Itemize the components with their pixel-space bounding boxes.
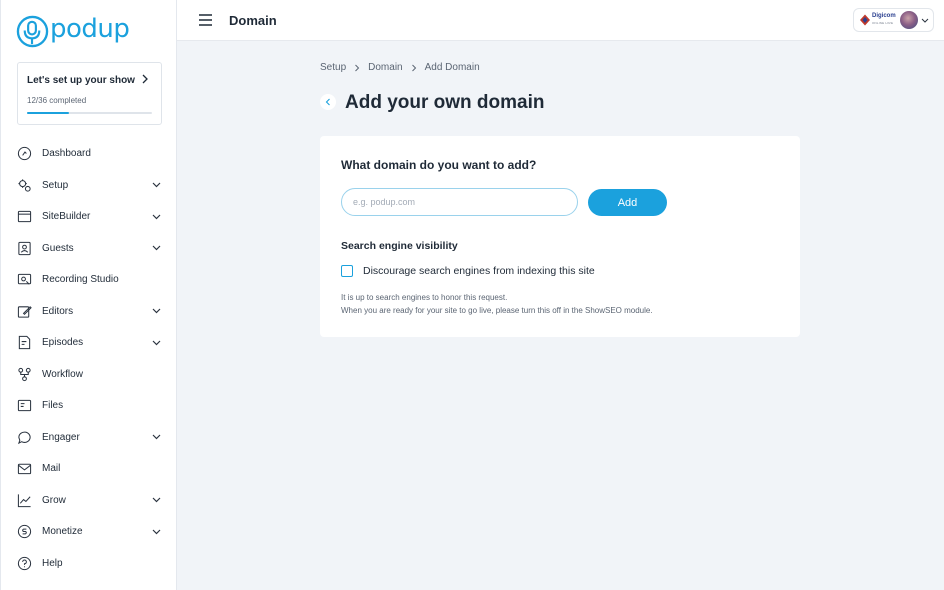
sidebar-item-episodes[interactable]: Episodes [1,327,177,359]
engager-chat-icon [17,431,31,444]
sidebar-item-label: Recording Studio [42,274,119,286]
grow-chart-icon [17,494,31,507]
setup-card-title: Let's set up your show [27,75,135,86]
sidebar-item-guests[interactable]: Guests [1,233,177,265]
sidebar-item-grow[interactable]: Grow [1,485,177,517]
breadcrumb-add-domain: Add Domain [424,62,480,73]
top-bar: Domain Digicom ONLINE HIVE [177,0,944,41]
sidebar-item-label: Guests [42,242,74,254]
chevron-down-icon [921,18,929,23]
sidebar-item-mail[interactable]: Mail [1,453,177,485]
monetize-icon [17,525,32,539]
sidebar-item-setup[interactable]: Setup [1,170,177,202]
sidebar-item-sitebuilder[interactable]: SiteBuilder [1,201,177,233]
hamburger-menu-icon[interactable] [199,14,212,26]
sidebar-item-label: SiteBuilder [42,211,91,223]
add-domain-button[interactable]: Add [588,189,667,216]
page-header-title: Domain [229,13,277,28]
episodes-document-icon [18,336,31,350]
search-engine-visibility-title: Search engine visibility [341,240,458,252]
sidebar-item-dashboard[interactable]: Dashboard [1,138,177,170]
chevron-down-icon [152,182,161,188]
sidebar: podup Let's set up your show 12/36 compl… [0,0,177,590]
company-tagline: ONLINE HIVE [872,21,894,25]
breadcrumb-separator-icon [411,64,416,71]
chevron-down-icon [152,308,161,314]
sidebar-item-label: Editors [42,305,74,317]
chevron-left-icon [325,98,330,106]
domain-question: What domain do you want to add? [341,158,537,172]
guest-contact-icon [18,241,31,255]
breadcrumb-domain[interactable]: Domain [368,62,402,73]
discourage-indexing-checkbox[interactable] [341,265,353,277]
browser-window-icon [17,211,32,223]
podup-logo-icon [16,15,49,47]
setup-progress-fill [27,112,69,114]
account-switcher[interactable]: Digicom ONLINE HIVE [853,8,934,32]
discourage-indexing-label[interactable]: Discourage search engines from indexing … [363,265,595,277]
podup-logo[interactable]: podup [16,14,130,48]
sidebar-item-monetize[interactable]: Monetize [1,516,177,548]
logo-text: podup [50,14,130,44]
sidebar-item-help[interactable]: Help [1,548,177,580]
files-icon [17,400,32,412]
back-button[interactable] [320,94,336,110]
page-title: Add your own domain [345,92,545,113]
domain-input[interactable] [341,188,578,216]
sidebar-item-label: Help [42,557,63,569]
breadcrumb-separator-icon [355,64,360,71]
add-domain-card: What domain do you want to add? Add Sear… [320,136,800,337]
company-logo-icon [860,14,870,26]
sidebar-item-label: Files [42,400,64,412]
sidebar-item-label: Grow [42,494,66,506]
breadcrumb: Setup Domain Add Domain [320,62,480,73]
chevron-right-icon [142,74,148,84]
chevron-down-icon [152,434,161,440]
sidebar-nav: Dashboard Setup SiteBuilder Guests Recor… [1,138,177,579]
setup-progress-bar [27,112,152,114]
editor-pencil-icon [17,305,32,318]
help-text-line: When you are ready for your site to go l… [341,306,653,315]
chevron-down-icon [152,340,161,346]
dashboard-icon [17,147,32,161]
sidebar-item-recording-studio[interactable]: Recording Studio [1,264,177,296]
sidebar-item-files[interactable]: Files [1,390,177,422]
sidebar-item-label: Engager [42,431,80,443]
sidebar-item-editors[interactable]: Editors [1,296,177,328]
sidebar-item-label: Workflow [42,368,83,380]
sidebar-item-label: Setup [42,179,69,191]
help-icon [17,556,32,570]
workflow-icon [18,367,31,381]
company-name: Digicom [872,13,896,19]
breadcrumb-setup[interactable]: Setup [320,62,346,73]
sidebar-item-label: Episodes [42,337,84,349]
help-text-line: It is up to search engines to honor this… [341,293,508,302]
avatar [900,11,918,29]
visibility-help-text: It is up to search engines to honor this… [341,291,653,317]
sidebar-item-workflow[interactable]: Workflow [1,359,177,391]
sidebar-item-label: Dashboard [42,148,91,160]
sidebar-item-engager[interactable]: Engager [1,422,177,454]
chevron-down-icon [152,214,161,220]
recording-studio-icon [17,274,32,285]
setup-progress-text: 12/36 completed [27,96,87,105]
chevron-down-icon [152,529,161,535]
sidebar-item-label: Monetize [42,526,83,538]
setup-progress-card[interactable]: Let's set up your show 12/36 completed [17,62,162,125]
chevron-down-icon [152,245,161,251]
setup-gears-icon [18,179,31,192]
chevron-down-icon [152,497,161,503]
sidebar-item-label: Mail [42,463,61,475]
mail-icon [17,464,32,475]
